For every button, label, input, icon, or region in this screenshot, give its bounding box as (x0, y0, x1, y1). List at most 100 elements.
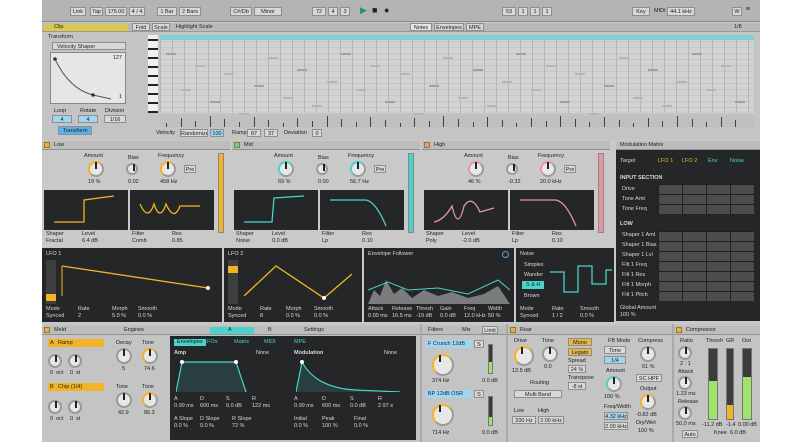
roar-legato-button[interactable]: Legato (568, 348, 592, 356)
ramp-end[interactable]: 37 (264, 129, 278, 137)
lfo2-morph-value[interactable]: 0.0 % (286, 313, 300, 320)
meld-subtab-matrix[interactable]: Matrix (234, 339, 249, 346)
band-filter-type[interactable]: Lp (512, 238, 518, 245)
mixer-toggle[interactable]: W (732, 7, 742, 16)
randomize-amount[interactable]: 100 (210, 129, 224, 137)
velocity-stem[interactable] (268, 120, 270, 127)
mod-env-target[interactable]: None (384, 350, 397, 357)
filter1-freq-knob[interactable] (432, 354, 454, 376)
decay-knob[interactable] (116, 348, 132, 364)
midi-note[interactable] (166, 53, 176, 55)
band-power-icon[interactable] (44, 142, 50, 148)
osc-a-label[interactable]: A (50, 340, 54, 347)
band-bias-knob[interactable] (126, 163, 138, 175)
limit-button[interactable]: Limit (482, 326, 498, 334)
velocity-lane[interactable] (160, 115, 754, 127)
midi-note[interactable] (268, 57, 279, 59)
velocity-stem[interactable] (239, 122, 240, 127)
meld-power-icon[interactable] (44, 327, 50, 333)
filter1-s-button[interactable]: S (474, 340, 484, 348)
scale-select[interactable]: Minor (254, 7, 282, 16)
osc-a-type[interactable]: Ramp (58, 340, 73, 347)
amp-env-s-value[interactable]: 0.0 dB (226, 403, 242, 410)
midi-note[interactable] (618, 57, 629, 59)
tone-b-knob[interactable] (116, 392, 132, 408)
osc-pitch-knob[interactable] (48, 400, 62, 414)
rotate-field[interactable]: 4 (78, 115, 98, 123)
osc-a-select-bg[interactable] (48, 339, 104, 347)
band-shaper-display[interactable] (234, 190, 318, 230)
band-shaper-type[interactable]: Poly (426, 238, 437, 245)
velocity-stem[interactable] (633, 123, 635, 127)
amp-env-r-value[interactable]: 122 ms (252, 403, 270, 410)
velocity-stem[interactable] (180, 118, 182, 127)
roar-sc-hpf-button[interactable]: SC HPF (636, 374, 662, 382)
loop-beats-field[interactable]: 1 (530, 7, 540, 16)
midi-note[interactable] (604, 85, 614, 87)
mod-col-noise[interactable]: Noise (730, 158, 744, 165)
velocity-stem[interactable] (326, 116, 328, 127)
midi-note[interactable] (385, 101, 395, 103)
comp-attack-knob[interactable] (678, 376, 692, 390)
comp-out-meter[interactable] (742, 348, 752, 420)
envfollow-attack-value[interactable]: 0.00 ms (368, 313, 388, 320)
lfo2-smooth-value[interactable]: 0.0 % (314, 313, 328, 320)
midi-note[interactable] (706, 89, 717, 91)
arrangement-pos-beats[interactable]: 4 (328, 7, 338, 16)
env-slope-value[interactable]: 0.0 % (354, 423, 368, 430)
midi-note[interactable] (472, 69, 483, 71)
loop-field[interactable]: 4 (52, 115, 72, 123)
midi-note[interactable] (545, 65, 556, 67)
meld-tab-a[interactable]: A (228, 327, 232, 334)
roar-mono-button[interactable]: Mono (568, 338, 592, 346)
midi-note[interactable] (224, 73, 235, 75)
mod-env-s-value[interactable]: 0.0 dB (350, 403, 366, 410)
band-shaper-type[interactable]: Fractal (46, 238, 63, 245)
velocity-stem[interactable] (399, 123, 401, 127)
lfo1-mode-value[interactable]: Synced (46, 313, 64, 320)
velocity-stem[interactable] (428, 121, 430, 127)
midi-note[interactable] (195, 65, 206, 67)
envfollow-gain-value[interactable]: 0.0 dB (440, 313, 456, 320)
midi-note[interactable] (428, 85, 439, 87)
band-filter-display[interactable] (320, 190, 404, 230)
band-filter-display[interactable] (130, 190, 214, 230)
piano-keys[interactable] (148, 35, 158, 113)
piano-roll-grid[interactable] (160, 35, 754, 115)
mod-env-d-value[interactable]: 600 ms (322, 403, 340, 410)
velocity-stem[interactable] (224, 119, 226, 127)
env-slope-value[interactable]: 72 % (232, 423, 245, 430)
midi-note[interactable] (399, 73, 410, 75)
velocity-stem[interactable] (166, 123, 167, 127)
velocity-stem[interactable] (209, 116, 211, 127)
band-amount-knob[interactable] (468, 161, 484, 177)
filter1-type[interactable]: F Crunch 12dB (428, 341, 465, 348)
roar-fb-value-field[interactable]: 1/4 (604, 356, 626, 364)
midi-note[interactable] (574, 73, 585, 75)
division-field[interactable]: 1/16 (104, 115, 126, 123)
env-slope-value[interactable]: 0.0 % (294, 423, 308, 430)
lfo2-rate-value[interactable]: 8 (260, 313, 263, 320)
env-slope-value[interactable]: 0.0 % (174, 423, 188, 430)
tab-envelopes[interactable]: Envelopes (434, 23, 464, 31)
band-pre-button[interactable]: Pre (564, 165, 576, 173)
velocity-stem[interactable] (414, 118, 416, 127)
filter2-type[interactable]: BP 12dB OSR (428, 391, 463, 398)
velocity-stem[interactable] (443, 116, 445, 127)
loop-length-select[interactable]: 2 Bars (179, 7, 201, 16)
key-select[interactable]: C#/Db (230, 7, 252, 16)
velocity-stem[interactable] (691, 119, 693, 127)
velocity-stem[interactable] (253, 117, 255, 127)
osc-pitch-knob[interactable] (48, 354, 62, 368)
velocity-stem[interactable] (677, 116, 678, 127)
filter2-freq-knob[interactable] (432, 404, 454, 426)
midi-note[interactable] (458, 97, 468, 99)
midi-note[interactable] (282, 97, 293, 99)
stop-icon[interactable]: ■ (372, 6, 377, 15)
midi-note[interactable] (501, 81, 512, 83)
mod-col-env[interactable]: Env (708, 158, 717, 165)
band-pre-button[interactable]: Pre (374, 165, 386, 173)
band-filter-type[interactable]: Lp (322, 238, 328, 245)
band-bias-knob[interactable] (506, 163, 518, 175)
band-amount-knob[interactable] (88, 161, 104, 177)
